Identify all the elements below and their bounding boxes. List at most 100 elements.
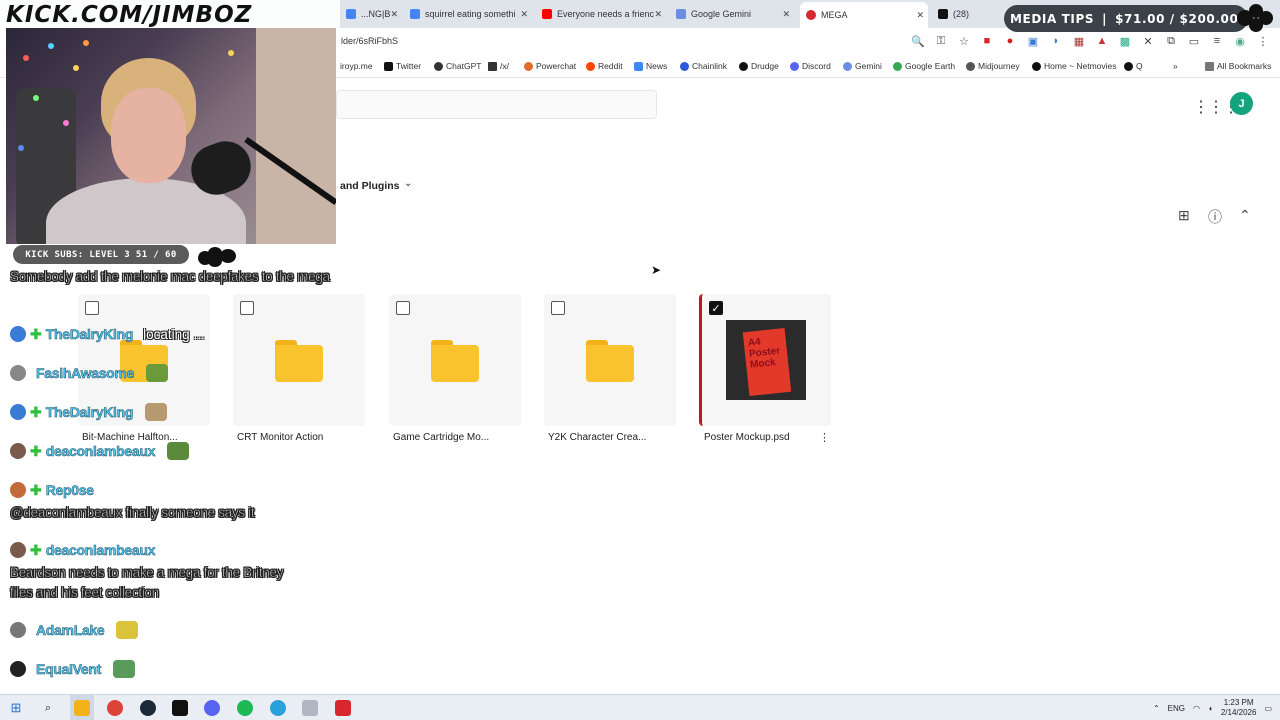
tab-1[interactable]: ...NG|B ✕ bbox=[340, 4, 402, 24]
search-input[interactable] bbox=[336, 90, 657, 119]
x-icon bbox=[384, 61, 393, 71]
bookmark[interactable]: Discord bbox=[790, 61, 831, 71]
tab-2[interactable]: squirrel eating somethi ✕ bbox=[404, 4, 532, 24]
bookmark[interactable]: iroyp.me bbox=[340, 61, 373, 71]
star-icon[interactable]: ☆ bbox=[957, 34, 971, 48]
select-checkbox[interactable] bbox=[240, 301, 254, 315]
close-icon[interactable]: ✕ bbox=[390, 9, 398, 20]
app-icon[interactable] bbox=[302, 700, 318, 716]
bookmark[interactable]: ChatGPT bbox=[434, 61, 481, 71]
bookmark[interactable]: News bbox=[634, 61, 667, 71]
chevron-down-icon[interactable]: ⌄ bbox=[404, 178, 412, 189]
bookmark[interactable]: Home ~ Netmovies bbox=[1032, 61, 1117, 71]
zoom-icon[interactable]: 🔍 bbox=[911, 34, 925, 48]
bookmark-label: Drudge bbox=[751, 61, 779, 71]
bookmark[interactable]: Twitter bbox=[384, 61, 421, 71]
notification-icon[interactable]: ▭ bbox=[1264, 704, 1272, 713]
bookmarks-overflow-icon[interactable]: » bbox=[1173, 61, 1178, 71]
grid-view-icon[interactable]: ⊞ bbox=[1178, 207, 1190, 224]
tab-3[interactable]: Everyone needs a frienc ✕ bbox=[536, 4, 666, 24]
app-icon[interactable] bbox=[335, 700, 351, 716]
collapse-icon[interactable]: ⌃ bbox=[1239, 207, 1251, 224]
bookmark[interactable]: Reddit bbox=[586, 61, 623, 71]
tab-6[interactable]: (28) bbox=[932, 4, 992, 24]
extension-icon[interactable]: ▩ bbox=[1118, 34, 1132, 48]
close-icon[interactable]: ✕ bbox=[520, 9, 528, 20]
extension-icon[interactable]: ▣ bbox=[1026, 34, 1040, 48]
chat-row: ✚ deaconlambeaux bbox=[10, 441, 190, 461]
bookmark[interactable]: Drudge bbox=[739, 61, 779, 71]
key-icon[interactable]: ⚿ bbox=[934, 34, 948, 48]
taskbar: ⊞ ⌕ ⌃ ENG ◠ ◖ 1:23 PM 2/14/2026 ▭ bbox=[0, 694, 1280, 720]
more-options-icon[interactable]: ⋮ bbox=[819, 431, 830, 444]
folder-card[interactable] bbox=[233, 294, 365, 426]
close-icon[interactable]: ✕ bbox=[654, 9, 662, 20]
tab-mega[interactable]: MEGA ✕ bbox=[800, 2, 928, 28]
gemini-icon bbox=[843, 61, 852, 71]
spotify-icon[interactable] bbox=[237, 700, 253, 716]
bookmark[interactable]: Powerchat bbox=[524, 61, 576, 71]
folder-card[interactable] bbox=[389, 294, 521, 426]
url-text[interactable]: lder/6sRiFbhS bbox=[341, 36, 398, 46]
language-indicator[interactable]: ENG bbox=[1168, 704, 1185, 713]
extension-icon[interactable]: ● bbox=[1003, 34, 1017, 48]
media-icon[interactable]: ▭ bbox=[1187, 34, 1201, 48]
system-tray: ⌃ ENG ◠ ◖ 1:23 PM 2/14/2026 ▭ bbox=[1153, 698, 1272, 718]
breadcrumb[interactable]: and Plugins bbox=[340, 180, 400, 192]
bookmark[interactable]: Midjourney bbox=[966, 61, 1020, 71]
select-checkbox-checked[interactable]: ✓ bbox=[709, 301, 723, 315]
file-card-selected[interactable]: ✓ A4 Poster Mock bbox=[699, 294, 831, 426]
kebab-menu-icon[interactable]: ⋮ bbox=[1256, 34, 1270, 48]
bookmark[interactable]: /x/ bbox=[488, 61, 509, 71]
x-icon[interactable]: ✕ bbox=[1141, 34, 1155, 48]
drudge-icon bbox=[739, 61, 748, 71]
overlay-logo-icon bbox=[1237, 4, 1275, 32]
search-icon[interactable]: ⌕ bbox=[40, 700, 56, 716]
avatar bbox=[10, 542, 26, 558]
reading-list-icon[interactable]: ≡ bbox=[1210, 34, 1224, 48]
emote-icon bbox=[116, 621, 139, 639]
all-bookmarks[interactable]: All Bookmarks bbox=[1205, 61, 1271, 71]
select-checkbox[interactable] bbox=[85, 301, 99, 315]
tab-title: squirrel eating somethi bbox=[425, 9, 516, 19]
close-icon[interactable]: ✕ bbox=[916, 10, 924, 21]
steam-icon[interactable] bbox=[140, 700, 156, 716]
extension-icon[interactable]: ▲ bbox=[1095, 34, 1109, 48]
wifi-icon[interactable]: ◠ bbox=[1193, 704, 1200, 713]
discord-icon[interactable] bbox=[204, 700, 220, 716]
bookmark[interactable]: Google Earth bbox=[893, 61, 955, 71]
bookmark-label: Midjourney bbox=[978, 61, 1020, 71]
avatar bbox=[10, 482, 26, 498]
file-explorer-icon[interactable] bbox=[74, 700, 90, 716]
profile-icon[interactable]: ◉ bbox=[1233, 34, 1247, 48]
info-icon[interactable]: ⓘ bbox=[1208, 207, 1222, 227]
tray-chevron-up-icon[interactable]: ⌃ bbox=[1153, 704, 1160, 713]
bookmark[interactable]: Gemini bbox=[843, 61, 882, 71]
item-name: Poster Mockup.psd bbox=[704, 432, 790, 443]
tab-favicon-icon bbox=[346, 9, 356, 19]
extension-icon[interactable]: ◗ bbox=[1049, 34, 1063, 48]
chat-message: Somebody add the melonie mac deepfakes t… bbox=[10, 269, 331, 285]
avatar bbox=[10, 326, 26, 342]
gemini-icon bbox=[676, 9, 686, 19]
folder-card[interactable] bbox=[544, 294, 676, 426]
volume-icon[interactable]: ◖ bbox=[1208, 704, 1213, 713]
terminal-icon[interactable] bbox=[172, 700, 188, 716]
extension-icon[interactable]: ▦ bbox=[1072, 34, 1086, 48]
puzzle-icon[interactable]: ⧉ bbox=[1164, 34, 1178, 48]
close-icon[interactable]: ✕ bbox=[782, 9, 790, 20]
clock[interactable]: 1:23 PM 2/14/2026 bbox=[1221, 698, 1257, 718]
chrome-icon[interactable] bbox=[107, 700, 123, 716]
windows-start-icon[interactable]: ⊞ bbox=[8, 700, 24, 716]
extension-icon[interactable]: ■ bbox=[980, 34, 994, 48]
chat-username: AdamLake bbox=[36, 622, 105, 639]
select-checkbox[interactable] bbox=[396, 301, 410, 315]
chat-message: @deaconlambeaux finally someone says it bbox=[10, 505, 255, 521]
avatar[interactable]: J bbox=[1230, 92, 1253, 115]
tab-4[interactable]: Google Gemini ✕ bbox=[670, 4, 794, 24]
select-checkbox[interactable] bbox=[551, 301, 565, 315]
bookmark[interactable]: Chainlink bbox=[680, 61, 727, 71]
telegram-icon[interactable] bbox=[270, 700, 286, 716]
bookmark[interactable]: Q bbox=[1124, 61, 1143, 71]
chat-row: EquaIVent bbox=[10, 659, 135, 679]
